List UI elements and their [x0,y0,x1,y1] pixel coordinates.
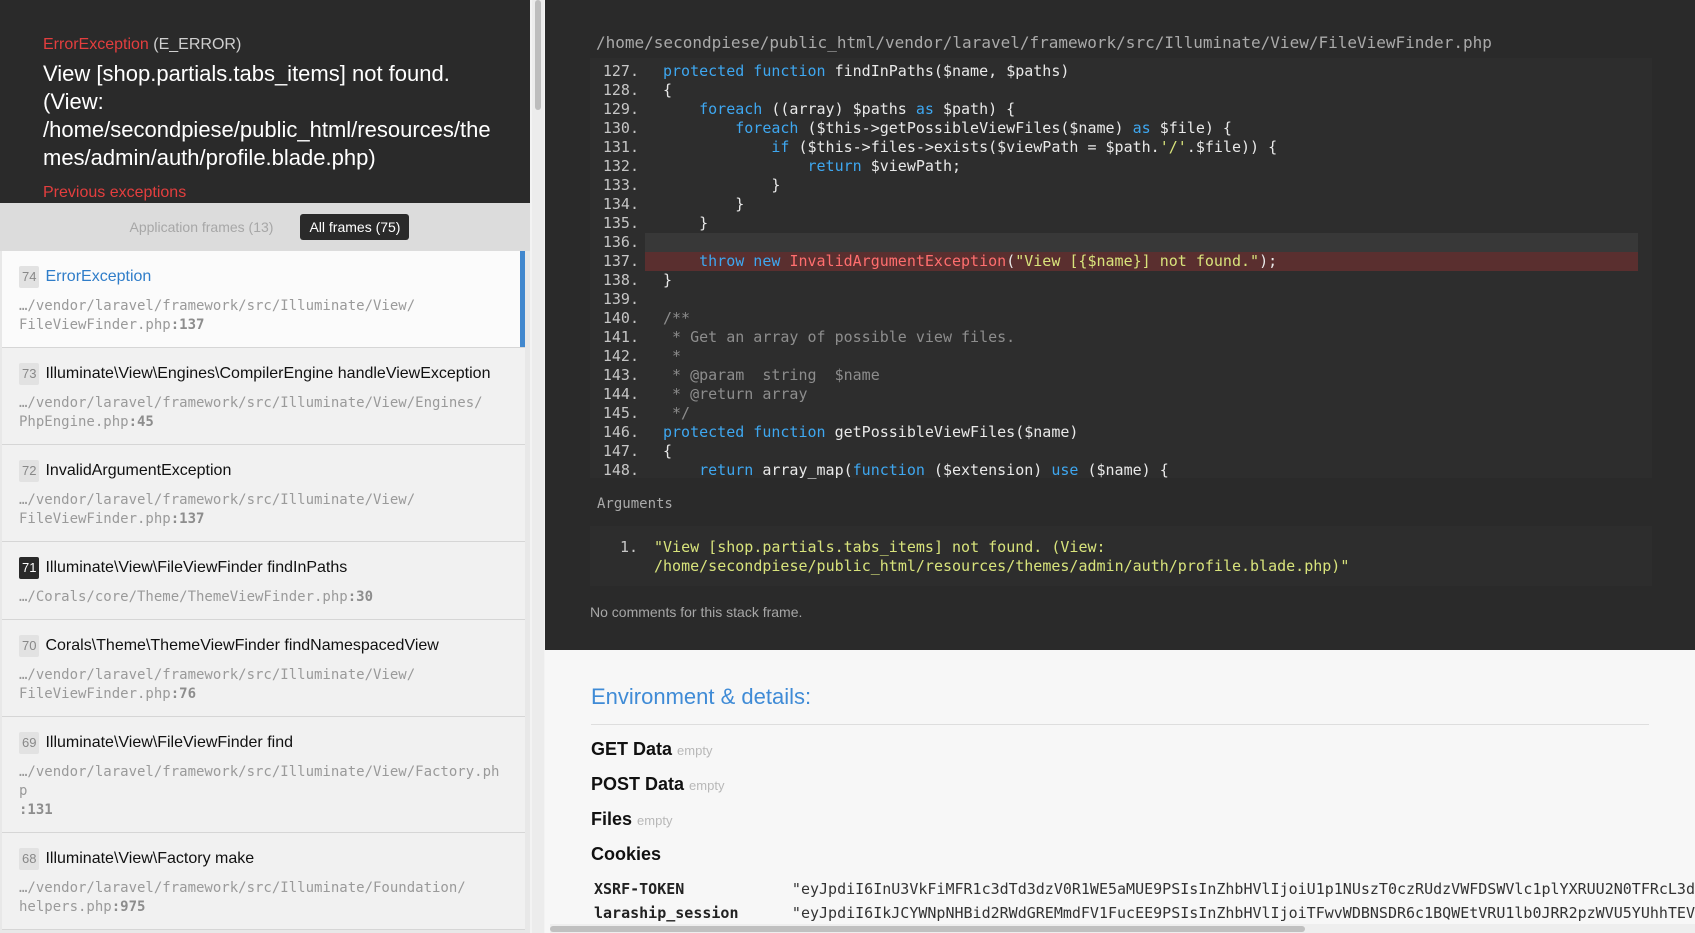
arguments-list: 1. "View [shop.partials.tabs_items] not … [590,526,1652,586]
frame-class: Illuminate\View\FileViewFinder find [45,734,293,751]
cookie-key: laraship_session [594,904,739,922]
scrollbar-thumb[interactable] [550,926,1305,932]
application-frames-button[interactable]: Application frames (13) [121,214,283,240]
code-line: 140./** [602,309,691,327]
exception-class-line: ErrorException (E_ERROR) [43,34,506,56]
stack-frame[interactable]: 68 Illuminate\View\Factory make …/vendor/… [2,833,525,930]
frame-class: Corals\Theme\ThemeViewFinder findNamespa… [45,637,439,654]
frame-index: 71 [19,557,40,579]
argument-item: 1. "View [shop.partials.tabs_items] not … [620,538,1350,575]
stack-frame[interactable]: 70 Corals\Theme\ThemeViewFinder findNames… [2,620,525,717]
empty-label: empty [689,778,725,793]
code-line: 135. } [602,214,709,232]
stack-frame[interactable]: 71 Illuminate\View\FileViewFinder findInP… [2,542,525,620]
code-line: 136. [590,233,1652,252]
frame-details: /home/secondpiese/public_html/vendor/lar… [545,0,1695,650]
exception-type: (E_ERROR) [153,36,242,53]
stack-frame[interactable]: 69 Illuminate\View\FileViewFinder find …/… [2,717,525,833]
right-panel: /home/secondpiese/public_html/vendor/lar… [545,0,1695,933]
frame-index: 70 [19,635,40,657]
environment-details: Environment & details: GET Data empty PO… [545,650,1695,925]
frame-file-path: …/vendor/laravel/framework/src/Illuminat… [19,764,500,818]
code-line: 143. * @param string $name [602,366,880,384]
code-line: 127. protected function findInPaths($name… [602,62,1070,80]
frame-class: ErrorException [45,268,152,285]
code-snippet: 127. protected function findInPaths($name… [590,58,1652,479]
cookie-value: "eyJpdiI6InU3VkFiMFR1c3dTd3dzV0R1WE5aMUE… [791,880,1695,898]
get-data-section: GET Data empty [591,739,713,759]
code-line: 129. foreach ((array) $paths as $path) { [602,100,1016,118]
empty-label: empty [637,813,673,828]
cookies-section: Cookies [591,844,662,864]
scrollbar-thumb[interactable] [535,0,541,110]
code-line: 147.{ [602,442,673,460]
code-line: 144. * @return array [602,385,808,403]
no-comments-text: No comments for this stack frame. [590,604,803,620]
code-line: 146. protected function getPossibleViewFi… [602,423,1079,441]
cookie-row: XSRF-TOKEN "eyJpdiI6InU3VkFiMFR1c3dTd3dz… [591,877,1695,901]
code-line: 148. return array_map(function ($extensi… [602,461,1169,479]
code-line: 128.{ [602,81,673,99]
frame-index: 68 [19,848,40,870]
frame-file-path: …/Corals/core/Theme/ThemeViewFinder.php:… [19,589,374,605]
horizontal-scrollbar[interactable] [550,924,1695,933]
frame-index: 72 [19,460,40,482]
code-line: 134. } [602,195,745,213]
code-line: 142. * [602,347,682,365]
exception-class: ErrorException [43,36,149,53]
code-line: 138.} [602,271,673,289]
code-line: 141. * Get an array of possible view fil… [602,328,1016,346]
code-line: 145. */ [602,404,691,422]
frame-file-path: …/vendor/laravel/framework/src/Illuminat… [19,880,466,915]
frame-index: 74 [19,266,40,288]
frame-index: 73 [19,363,40,385]
previous-exceptions-link[interactable]: Previous exceptions [43,184,186,202]
left-panel: ErrorException (E_ERROR) View [shop.part… [0,0,530,933]
exception-message: View [shop.partials.tabs_items] not foun… [43,61,491,170]
frame-file-path: …/vendor/laravel/framework/src/Illuminat… [19,298,416,333]
stack-frame[interactable]: 74 ErrorException …/vendor/laravel/framew… [2,251,525,348]
code-line-highlighted: 137. throw new InvalidArgumentException(… [590,252,1652,271]
post-data-section: POST Data empty [591,774,725,794]
cookie-row: laraship_session "eyJpdiI6IkJCYWNpNHBid2… [591,901,1695,925]
frame-file-path: …/vendor/laravel/framework/src/Illuminat… [19,492,416,527]
frame-class: InvalidArgumentException [45,462,232,479]
frame-filter-bar: Application frames (13) All frames (75) [0,203,530,251]
cookie-value: "eyJpdiI6IkJCYWNpNHBid2RWdGREMmdFV1FucEE… [791,904,1695,922]
cookie-key: XSRF-TOKEN [594,880,685,898]
cookies-table: XSRF-TOKEN "eyJpdiI6InU3VkFiMFR1c3dTd3dz… [591,877,1695,925]
frame-file-path: …/vendor/laravel/framework/src/Illuminat… [19,395,483,430]
code-line: 130. foreach ($this->getPossibleViewFile… [602,119,1232,137]
frame-class: Illuminate\View\FileViewFinder findInPat… [45,559,348,576]
arguments-title: Arguments [597,496,673,512]
left-panel-scrollbar[interactable] [532,0,544,933]
environment-title: Environment & details: [591,684,1649,725]
frame-class: Illuminate\View\Factory make [45,850,255,867]
empty-label: empty [677,743,713,758]
code-line: 132. return $viewPath; [602,157,962,175]
code-line: 139. [602,290,639,308]
exception-header: ErrorException (E_ERROR) View [shop.part… [0,0,530,203]
frame-file-path: …/vendor/laravel/framework/src/Illuminat… [19,667,416,702]
stack-frames-list: 74 ErrorException …/vendor/laravel/framew… [2,251,525,930]
stack-frame[interactable]: 73 Illuminate\View\Engines\CompilerEngine… [2,348,525,445]
stack-frame[interactable]: 72 InvalidArgumentException …/vendor/lara… [2,445,525,542]
all-frames-button[interactable]: All frames (75) [300,214,410,240]
code-line: 133. } [602,176,781,194]
frame-index: 69 [19,732,40,754]
frame-class: Illuminate\View\Engines\CompilerEngine h… [45,365,491,382]
frame-file-header[interactable]: /home/secondpiese/public_html/vendor/lar… [596,33,1695,52]
files-section: Files empty [591,809,673,829]
code-line: 131. if ($this->files->exists($viewPath … [602,138,1278,156]
